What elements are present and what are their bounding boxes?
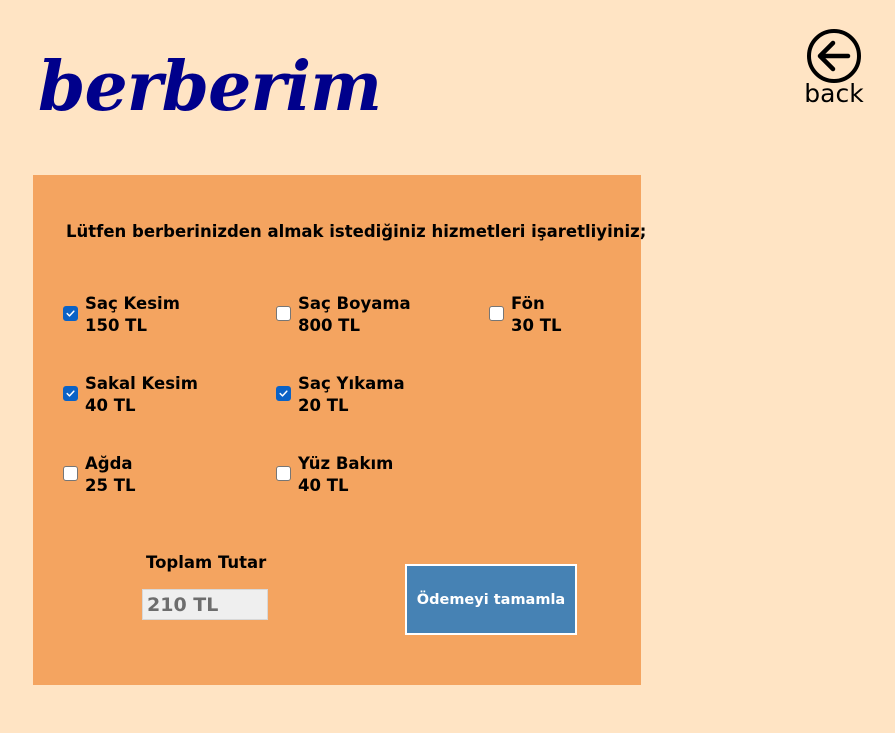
- circle-arrow-left-icon: [807, 29, 861, 83]
- service-name: Ağda: [85, 454, 133, 473]
- service-checkbox[interactable]: [63, 386, 78, 401]
- complete-payment-button[interactable]: Ödemeyi tamamla: [405, 564, 577, 635]
- service-sac-boyama[interactable]: Saç Boyama 800 TL: [276, 293, 466, 337]
- service-price: 800 TL: [298, 316, 360, 335]
- service-name: Saç Boyama: [298, 294, 411, 313]
- service-fon[interactable]: Fön 30 TL: [489, 293, 679, 337]
- service-name: Fön: [511, 294, 545, 313]
- service-name: Saç Kesim: [85, 294, 180, 313]
- service-checkbox[interactable]: [63, 306, 78, 321]
- service-name: Saç Yıkama: [298, 374, 405, 393]
- service-sac-yikama[interactable]: Saç Yıkama 20 TL: [276, 373, 466, 417]
- service-price: 20 TL: [298, 396, 349, 415]
- service-checkbox[interactable]: [489, 306, 504, 321]
- instruction-text: Lütfen berberinizden almak istediğiniz h…: [66, 222, 647, 241]
- total-amount-field[interactable]: [142, 589, 268, 620]
- back-label: back: [804, 79, 864, 108]
- checkmark-icon: [66, 310, 75, 317]
- total-label: Toplam Tutar: [146, 553, 267, 572]
- back-button[interactable]: back: [796, 28, 872, 110]
- service-checkbox[interactable]: [276, 466, 291, 481]
- checkmark-icon: [279, 390, 288, 397]
- service-price: 40 TL: [85, 396, 136, 415]
- service-checkbox[interactable]: [276, 306, 291, 321]
- service-price: 40 TL: [298, 476, 349, 495]
- service-agda[interactable]: Ağda 25 TL: [63, 453, 253, 497]
- service-name: Yüz Bakım: [298, 454, 394, 473]
- service-checkbox[interactable]: [63, 466, 78, 481]
- service-price: 150 TL: [85, 316, 147, 335]
- service-sac-kesim[interactable]: Saç Kesim 150 TL: [63, 293, 253, 337]
- service-price: 30 TL: [511, 316, 562, 335]
- service-price: 25 TL: [85, 476, 136, 495]
- service-sakal-kesim[interactable]: Sakal Kesim 40 TL: [63, 373, 253, 417]
- service-yuz-bakim[interactable]: Yüz Bakım 40 TL: [276, 453, 466, 497]
- checkmark-icon: [66, 390, 75, 397]
- service-name: Sakal Kesim: [85, 374, 198, 393]
- service-panel: Lütfen berberinizden almak istediğiniz h…: [33, 175, 646, 685]
- service-checkbox[interactable]: [276, 386, 291, 401]
- app-logo: berberim: [38, 47, 382, 127]
